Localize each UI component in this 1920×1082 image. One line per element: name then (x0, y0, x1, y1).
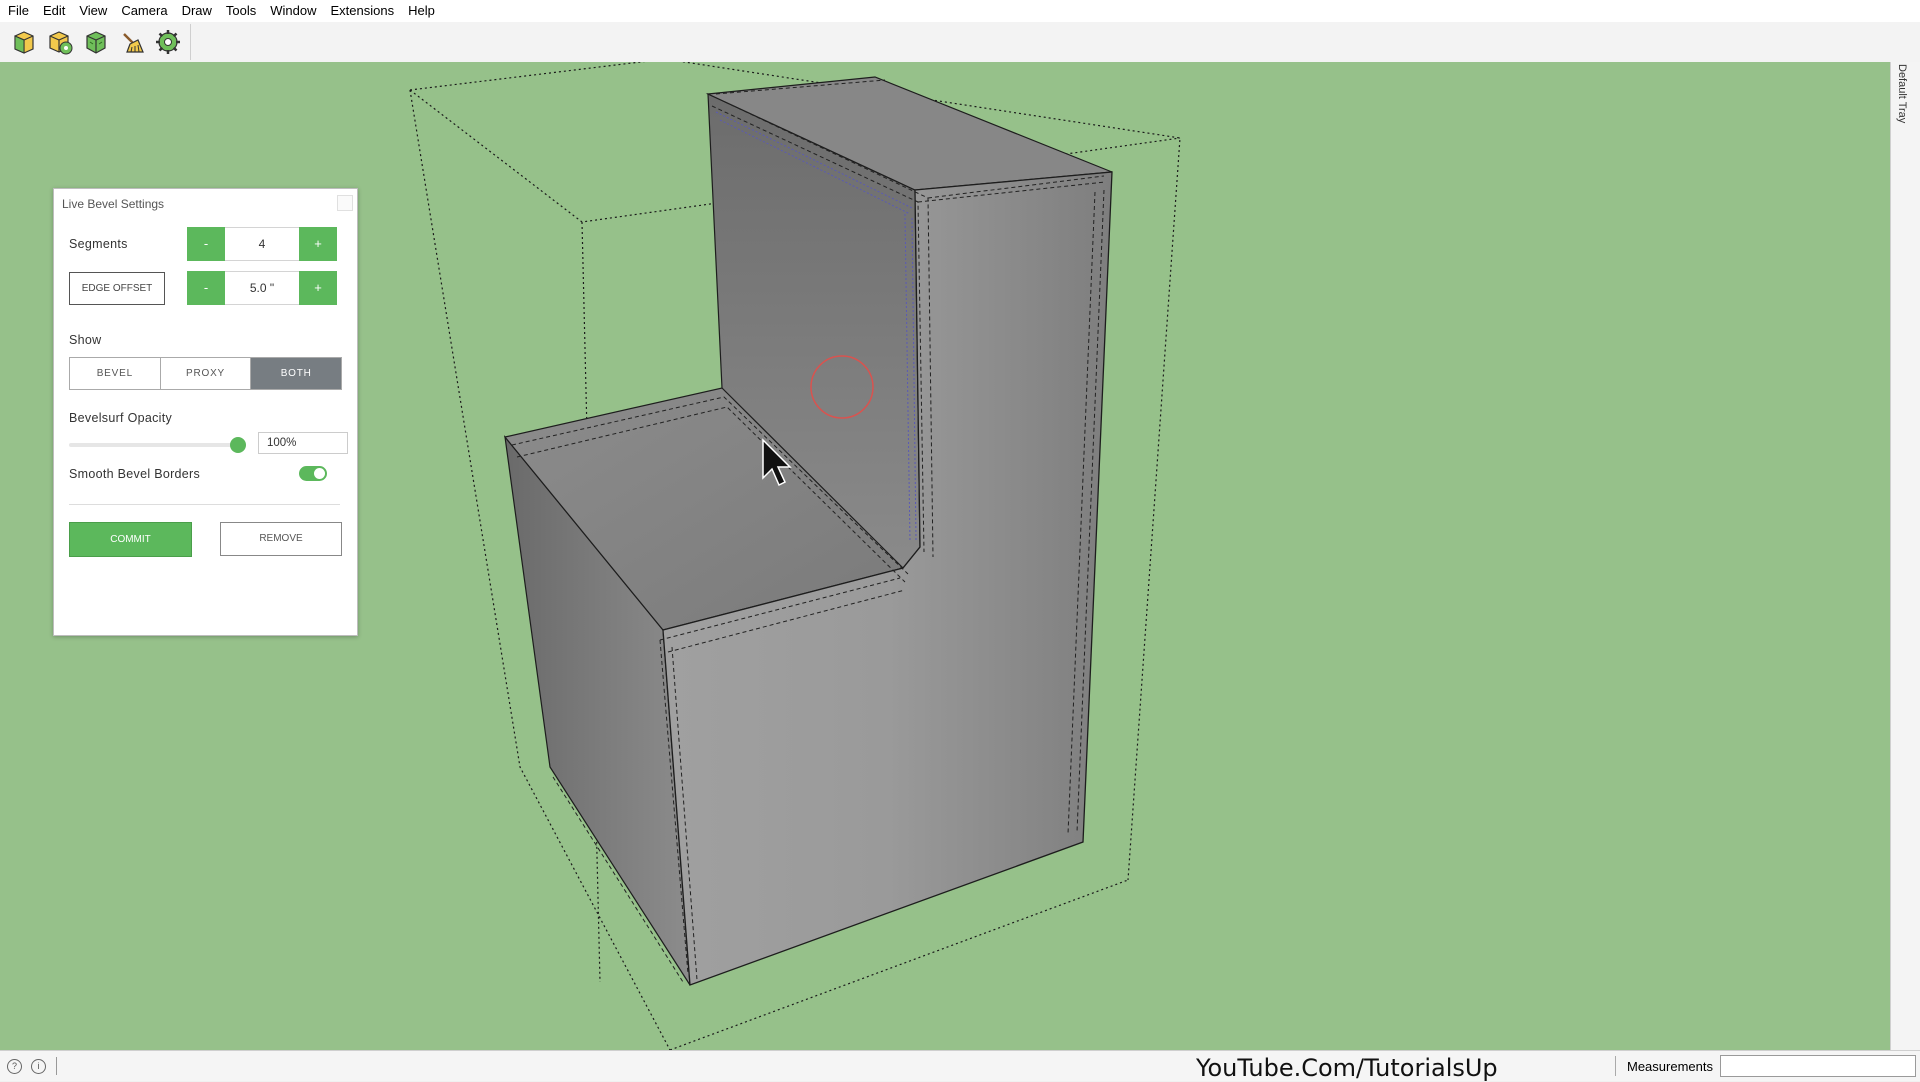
menu-extensions[interactable]: Extensions (324, 0, 402, 22)
measurements-input[interactable] (1720, 1055, 1916, 1077)
measurements-separator (1615, 1056, 1616, 1076)
divider (69, 504, 340, 505)
cleanup-broom-icon[interactable] (116, 24, 148, 60)
show-segmented-control: BEVEL PROXY BOTH (69, 357, 342, 390)
show-both-option[interactable]: BOTH (251, 358, 342, 389)
smooth-borders-toggle[interactable] (299, 466, 327, 481)
bevel-toolbar (8, 24, 191, 60)
segments-label: Segments (69, 237, 128, 251)
show-proxy-option[interactable]: PROXY (161, 358, 252, 389)
offset-increase-button[interactable]: + (299, 271, 337, 305)
menu-help[interactable]: Help (401, 0, 442, 22)
remove-button[interactable]: REMOVE (220, 522, 342, 556)
menu-view[interactable]: View (72, 0, 114, 22)
geo-location-icon[interactable]: ? (7, 1059, 22, 1074)
opacity-input[interactable]: 100% (258, 432, 348, 454)
toggle-knob (314, 468, 325, 479)
show-bevel-option[interactable]: BEVEL (70, 358, 161, 389)
live-bevel-icon[interactable] (8, 24, 40, 60)
opacity-slider-handle[interactable] (230, 437, 246, 453)
menu-draw[interactable]: Draw (175, 0, 219, 22)
offset-decrease-button[interactable]: - (187, 271, 225, 305)
menu-edit[interactable]: Edit (36, 0, 72, 22)
dialog-title: Live Bevel Settings (62, 197, 165, 211)
status-bar: ? i YouTube.Com/TutorialsUp Measurements (0, 1050, 1920, 1082)
info-icon[interactable]: i (31, 1059, 46, 1074)
commit-button[interactable]: COMMIT (69, 522, 192, 557)
opacity-slider-track[interactable] (69, 443, 239, 447)
edge-offset-button[interactable]: EDGE OFFSET (69, 272, 165, 305)
close-button[interactable] (337, 195, 353, 211)
measurements-label: Measurements (1627, 1059, 1713, 1074)
default-tray-label[interactable]: Default Tray (1896, 64, 1908, 123)
live-bevel-settings-dialog: Live Bevel Settings Segments - 4 + EDGE … (53, 188, 358, 636)
watermark-text: YouTube.Com/TutorialsUp (1196, 1054, 1498, 1082)
default-tray[interactable] (1890, 62, 1920, 1050)
menu-tools[interactable]: Tools (219, 0, 263, 22)
edge-offset-input[interactable]: 5.0 " (225, 271, 299, 305)
segments-input[interactable]: 4 (225, 227, 299, 261)
segments-decrease-button[interactable]: - (187, 227, 225, 261)
menu-window[interactable]: Window (263, 0, 323, 22)
menu-file[interactable]: File (0, 0, 36, 22)
bevel-settings-icon[interactable] (44, 24, 76, 60)
show-label: Show (69, 333, 102, 347)
segments-increase-button[interactable]: + (299, 227, 337, 261)
proxy-icon[interactable] (80, 24, 112, 60)
status-separator (56, 1057, 57, 1075)
gear-settings-icon[interactable] (152, 24, 184, 60)
smooth-borders-label: Smooth Bevel Borders (69, 467, 201, 481)
menu-camera[interactable]: Camera (114, 0, 174, 22)
opacity-label: Bevelsurf Opacity (69, 411, 173, 425)
toolbar (0, 22, 1920, 63)
menu-bar: File Edit View Camera Draw Tools Window … (0, 0, 1920, 22)
